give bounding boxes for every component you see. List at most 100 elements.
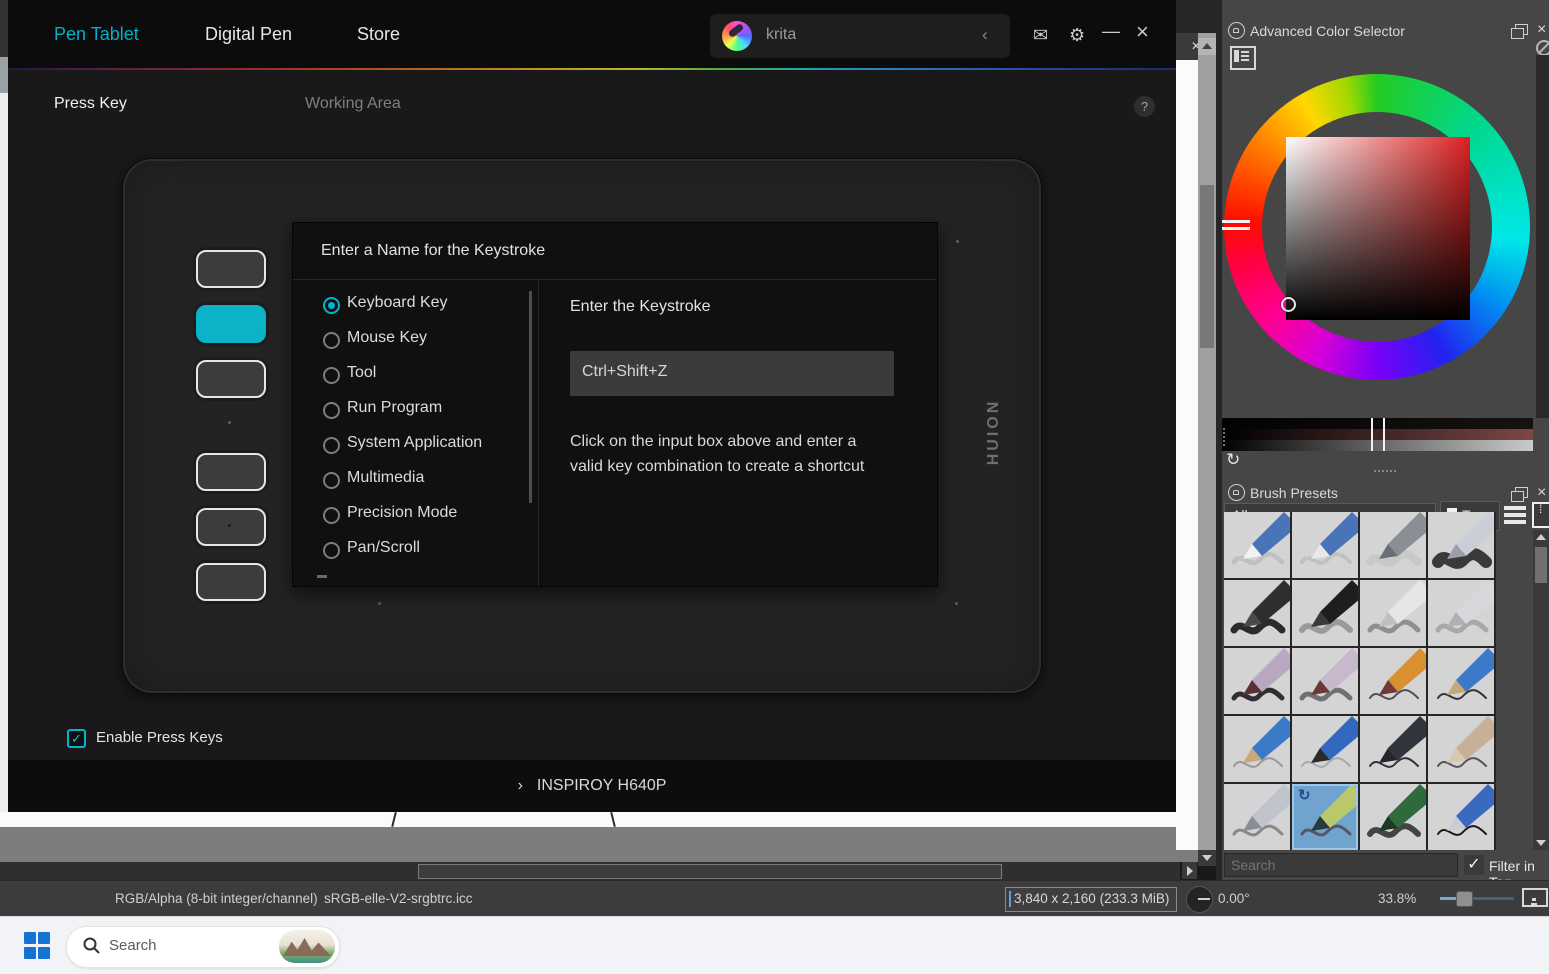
subnav-press-key[interactable]: Press Key	[54, 95, 127, 113]
radio-selected-icon[interactable]	[323, 297, 340, 314]
radio-icon[interactable]	[323, 437, 340, 454]
scrollbar-up-arrow[interactable]	[1198, 38, 1216, 55]
tab-digital-pen[interactable]: Digital Pen	[205, 24, 292, 45]
enable-press-keys-checkbox[interactable]: ✓	[67, 729, 86, 748]
close-button[interactable]: ×	[1136, 23, 1149, 41]
image-size-value: 3,840 x 2,160 (233.3 MiB)	[1014, 891, 1169, 906]
help-button[interactable]: ?	[1134, 96, 1155, 117]
scrollbar-thumb[interactable]	[1200, 185, 1214, 348]
gear-icon[interactable]: ⚙	[1069, 26, 1085, 44]
huion-logo: HUION	[979, 372, 1009, 492]
scrollbar-thumb[interactable]	[1535, 547, 1547, 583]
brush-preset-tile[interactable]	[1428, 580, 1494, 646]
canvas-surround	[0, 827, 1216, 862]
icc-profile-label: sRGB-elle-V2-srgbtrc.icc	[324, 891, 473, 906]
search-highlight-image[interactable]	[279, 930, 335, 963]
brush-preset-tile[interactable]	[1360, 648, 1426, 714]
float-docker-icon[interactable]	[1515, 24, 1528, 35]
brush-preset-tile[interactable]	[1360, 512, 1426, 578]
splitter-handle[interactable]	[1223, 428, 1225, 430]
brush-preset-tile[interactable]	[1360, 784, 1426, 850]
radio-icon[interactable]	[323, 402, 340, 419]
dialog-list-scrollbar[interactable]	[529, 291, 532, 503]
no-entry-icon	[1536, 40, 1549, 56]
brush-preset-tile[interactable]	[1292, 716, 1358, 782]
keystroke-input[interactable]: Ctrl+Shift+Z	[570, 351, 894, 396]
minimize-button[interactable]: —	[1102, 22, 1120, 40]
subnav-working-area[interactable]: Working Area	[305, 95, 401, 113]
display-mode-icon[interactable]	[1532, 502, 1549, 528]
color-selector-settings-icon[interactable]	[1230, 46, 1256, 70]
press-key-2-selected[interactable]	[196, 305, 266, 343]
tablet-dot	[955, 602, 958, 605]
press-key-4[interactable]	[196, 453, 266, 491]
tab-pen-tablet[interactable]: Pen Tablet	[54, 24, 139, 45]
brush-preset-tile[interactable]	[1428, 716, 1494, 782]
brush-preset-tile[interactable]	[1360, 580, 1426, 646]
brush-preset-tile[interactable]	[1360, 716, 1426, 782]
close-docker-icon[interactable]: ×	[1537, 486, 1546, 500]
zoom-slider[interactable]	[1440, 897, 1514, 900]
refresh-icon[interactable]: ↻	[1226, 450, 1240, 470]
splitter-handle[interactable]	[1374, 470, 1376, 472]
float-docker-icon[interactable]	[1515, 487, 1528, 498]
radio-icon[interactable]	[323, 472, 340, 489]
mail-icon[interactable]: ✉	[1033, 26, 1048, 44]
brush-preset-tile[interactable]	[1428, 784, 1494, 850]
hamburger-menu-icon[interactable]	[1504, 506, 1526, 510]
start-button[interactable]	[24, 932, 51, 959]
brush-preset-tile[interactable]	[1292, 580, 1358, 646]
radio-icon[interactable]	[323, 367, 340, 384]
radio-icon[interactable]	[323, 542, 340, 559]
radio-icon[interactable]	[323, 332, 340, 349]
press-key-6[interactable]	[196, 563, 266, 601]
scrollbar-thumb[interactable]	[418, 864, 1002, 879]
krita-canvas-sliver	[1176, 60, 1198, 850]
canvas-angle: 0.00°	[1218, 891, 1250, 906]
search-placeholder: Search	[109, 937, 157, 954]
taskbar-search[interactable]: Search	[66, 926, 340, 968]
brush-preset-tile[interactable]	[1224, 784, 1290, 850]
krita-canvas	[0, 812, 1198, 827]
brush-preset-tile[interactable]	[1428, 648, 1494, 714]
chevron-left-icon[interactable]: ‹	[982, 25, 988, 45]
lock-icon[interactable]	[1228, 22, 1245, 39]
scrollbar-down-arrow[interactable]	[1198, 850, 1216, 866]
app-profile-selector[interactable]: krita ‹	[710, 14, 1010, 58]
brush-preset-tile[interactable]	[1428, 512, 1494, 578]
hue-marker	[1222, 220, 1250, 223]
brush-preset-tile[interactable]	[1292, 512, 1358, 578]
zoom-slider-handle[interactable]	[1456, 891, 1473, 907]
background-canvas-sliver	[0, 93, 8, 812]
brush-preset-tile[interactable]	[1224, 648, 1290, 714]
scrollbar-right-arrow[interactable]	[1182, 862, 1197, 879]
brush-preset-tile[interactable]	[1224, 512, 1290, 578]
tab-store[interactable]: Store	[357, 24, 400, 45]
lock-icon[interactable]	[1228, 484, 1245, 501]
strip-handle[interactable]	[1371, 429, 1385, 440]
brush-preset-tile[interactable]	[1292, 648, 1358, 714]
press-key-3[interactable]	[196, 360, 266, 398]
rotation-dial-icon[interactable]	[1186, 886, 1213, 913]
brush-search-input[interactable]	[1224, 853, 1458, 877]
image-size-field[interactable]: 3,840 x 2,160 (233.3 MiB)	[1005, 887, 1177, 912]
close-docker-icon[interactable]: ×	[1537, 23, 1546, 37]
brush-preset-tile-selected[interactable]: ↻	[1292, 784, 1358, 850]
press-key-1[interactable]	[196, 250, 266, 288]
device-bar[interactable]: ›INSPIROY H640P	[8, 760, 1176, 812]
saturation-value-square[interactable]	[1286, 137, 1470, 320]
profile-name: krita	[766, 26, 796, 44]
canvas-vertical-scrollbar[interactable]	[1198, 33, 1216, 850]
scrollbar-down-arrow[interactable]	[1533, 836, 1549, 850]
radio-icon[interactable]	[323, 507, 340, 524]
scrollbar-up-arrow[interactable]	[1533, 530, 1549, 545]
brush-preset-tile[interactable]	[1224, 580, 1290, 646]
refresh-overlay-icon: ↻	[1298, 786, 1311, 804]
strip-handle[interactable]	[1371, 440, 1385, 451]
filter-in-tag-checkbox[interactable]: ✓	[1464, 855, 1484, 875]
canvas-horizontal-scrollbar[interactable]	[0, 862, 1180, 880]
brush-preset-tile[interactable]	[1224, 716, 1290, 782]
strip-handle[interactable]	[1371, 418, 1385, 429]
press-key-5[interactable]	[196, 508, 266, 546]
fit-to-screen-icon[interactable]	[1522, 888, 1548, 907]
